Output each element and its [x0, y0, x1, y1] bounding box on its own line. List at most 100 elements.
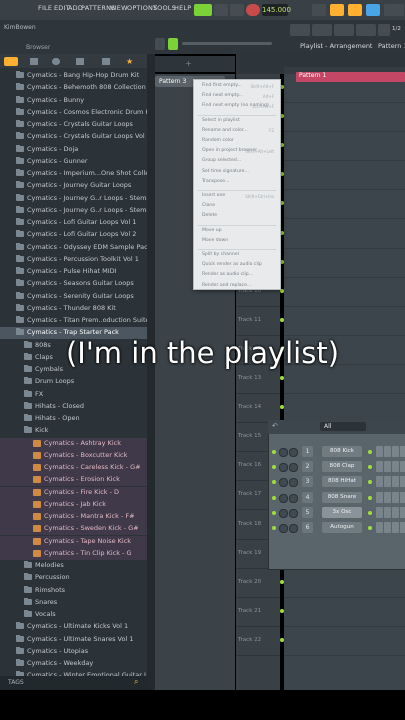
undo-button[interactable] — [155, 38, 165, 50]
step-pad[interactable] — [392, 506, 399, 518]
step-pad[interactable] — [384, 491, 391, 503]
browser-folder[interactable]: Cymatics - Ultimate Snares Vol 1 — [0, 634, 147, 646]
browser-plugins-icon[interactable] — [52, 58, 60, 65]
browser-subfolder[interactable]: Hihats - Closed — [0, 401, 147, 413]
channel-mixer-track[interactable]: 2 — [302, 461, 313, 473]
browser-folder[interactable]: Cymatics - Crystals Guitar Loops Vol 2 — [0, 131, 147, 143]
browser-folder[interactable]: Cymatics - Cosmos Electronic Drum Kit — [0, 107, 147, 119]
channel-name-button[interactable]: 808 Snare — [322, 491, 362, 503]
browser-subfolder[interactable]: Kick — [0, 425, 147, 437]
channel-volume-knob[interactable] — [279, 524, 288, 533]
channel-mixer-track[interactable]: 3 — [302, 476, 313, 488]
context-menu-item[interactable]: Quick render as audio clip — [202, 262, 262, 267]
browser-sample-file[interactable]: Cymatics - Sweden Kick - G# — [0, 523, 147, 536]
browser-sample-file[interactable]: Cymatics - Tin Clip Kick - G — [0, 547, 147, 560]
pattern-song-toggle[interactable] — [194, 4, 212, 16]
track-header[interactable]: Track 14 — [236, 394, 280, 424]
browser-folder[interactable]: Cymatics - Lofi Guitar Loops Vol 2 — [0, 229, 147, 241]
browser-sample-file[interactable]: Cymatics - Jab Kick — [0, 498, 147, 511]
step-pad[interactable] — [392, 491, 399, 503]
channel-name-button[interactable]: 808 Kick — [322, 446, 362, 457]
channel-pan-knob[interactable] — [289, 508, 298, 518]
step-pad[interactable] — [376, 491, 383, 503]
channel-led[interactable] — [272, 510, 276, 515]
typing-keyboard-button[interactable] — [366, 4, 380, 16]
step-pad[interactable] — [400, 522, 405, 533]
browser-samples-icon[interactable] — [76, 58, 84, 65]
browser-sample-file[interactable]: Cymatics - Boxcutter Kick — [0, 449, 147, 462]
context-menu-item[interactable]: Group selected... — [202, 158, 241, 163]
context-menu-item[interactable]: Rename and color... — [202, 128, 248, 133]
browser-folder[interactable]: Cymatics - Bunny — [0, 95, 147, 107]
browser-button[interactable] — [356, 24, 376, 36]
browser-sample-file[interactable]: Cymatics - Mantra Kick - F# — [0, 511, 147, 524]
browser-subfolder[interactable]: Vocals — [0, 609, 147, 621]
track-mute-led[interactable] — [280, 579, 284, 584]
tempo-display[interactable]: 145.000 — [262, 4, 291, 16]
search-icon[interactable]: ⌕ — [134, 677, 138, 687]
browser-subfolder[interactable]: Hihats - Open — [0, 413, 147, 425]
channel-volume-knob[interactable] — [279, 508, 288, 518]
menu-view[interactable]: VIEW — [110, 4, 128, 12]
channel-name-button[interactable]: 808 HiHat — [322, 476, 362, 488]
step-pad[interactable] — [400, 491, 405, 503]
browser-folder-icon[interactable] — [30, 58, 38, 65]
step-pad[interactable] — [376, 461, 383, 473]
context-menu-item[interactable]: Set time signature... — [202, 169, 249, 174]
browser-subfolder[interactable]: Snares — [0, 597, 147, 609]
step-pad[interactable] — [384, 522, 391, 533]
channel-select-led[interactable] — [368, 450, 372, 454]
menu-tools[interactable]: TOOLS — [153, 4, 176, 12]
browser-folder[interactable]: Cymatics - Ultimate Kicks Vol 1 — [0, 621, 147, 633]
channel-pan-knob[interactable] — [289, 463, 298, 473]
browser-sample-file[interactable]: Cymatics - Careless Kick - G# — [0, 462, 147, 475]
rack-filter-select[interactable]: All — [320, 422, 366, 431]
track-header[interactable]: Track 22 — [236, 627, 280, 656]
browser-folder[interactable]: Cymatics - Weekday — [0, 658, 147, 670]
step-pad[interactable] — [376, 446, 383, 457]
step-pad[interactable] — [384, 461, 391, 473]
menu-help[interactable]: HELP — [174, 4, 191, 12]
track-mute-led[interactable] — [280, 317, 284, 322]
browser-subfolder[interactable]: FX — [0, 389, 147, 401]
channel-led[interactable] — [272, 450, 276, 454]
browser-sample-file[interactable]: Cymatics - Tape Noise Kick — [0, 535, 147, 548]
add-pattern-icon[interactable]: + — [185, 59, 192, 68]
step-pad[interactable] — [376, 506, 383, 518]
browser-folder[interactable]: Cymatics - Serenity Guitar Loops — [0, 291, 147, 303]
context-menu-item[interactable]: Find next empty... — [202, 93, 243, 98]
loop-button[interactable] — [348, 4, 362, 16]
browser-folder[interactable]: Cymatics - Journey Guitar Loops — [0, 180, 147, 192]
record-button[interactable] — [246, 4, 260, 16]
step-pad[interactable] — [384, 476, 391, 488]
channel-name-button[interactable]: Autogun — [322, 522, 362, 533]
browser-folder[interactable]: Cymatics - Lofi Guitar Loops Vol 1 — [0, 217, 147, 229]
browser-folder[interactable]: Cymatics - Crystals Guitar Loops — [0, 119, 147, 131]
context-menu-item[interactable]: Move up — [202, 228, 222, 233]
channel-pan-knob[interactable] — [289, 493, 298, 503]
mixer-button[interactable] — [334, 24, 354, 36]
channel-rack-button[interactable] — [312, 24, 332, 36]
rack-back-icon[interactable]: ↶ — [272, 422, 278, 430]
step-pad[interactable] — [392, 522, 399, 533]
channel-select-led[interactable] — [368, 526, 372, 530]
channel-pan-knob[interactable] — [289, 448, 298, 457]
wait-button[interactable] — [330, 4, 344, 16]
browser-folder[interactable]: Cymatics - Journey G..r Loops - Stems Pt… — [0, 193, 147, 205]
browser-project-icon[interactable] — [102, 58, 110, 65]
channel-volume-knob[interactable] — [279, 448, 288, 457]
browser-folder[interactable]: Cymatics - Utopias — [0, 646, 147, 658]
browser-folder[interactable]: Cymatics - Titan Prem..oduction Suite Be… — [0, 315, 147, 327]
step-pad[interactable] — [400, 446, 405, 457]
step-pad[interactable] — [376, 476, 383, 488]
context-menu-item[interactable]: Render and replace... — [202, 283, 251, 288]
browser-folder[interactable]: Cymatics - Journey G..r Loops - Stems Pt… — [0, 205, 147, 217]
track-header[interactable]: Track 11 — [236, 307, 280, 336]
tags-button[interactable]: TAGS — [8, 679, 24, 686]
context-menu-item[interactable]: Insert one — [202, 193, 225, 198]
step-pad[interactable] — [392, 446, 399, 457]
step-pad[interactable] — [392, 476, 399, 488]
browser-subfolder[interactable]: Rimshots — [0, 585, 147, 597]
context-menu-item[interactable]: Clone — [202, 203, 215, 208]
track-mute-led[interactable] — [280, 637, 284, 642]
